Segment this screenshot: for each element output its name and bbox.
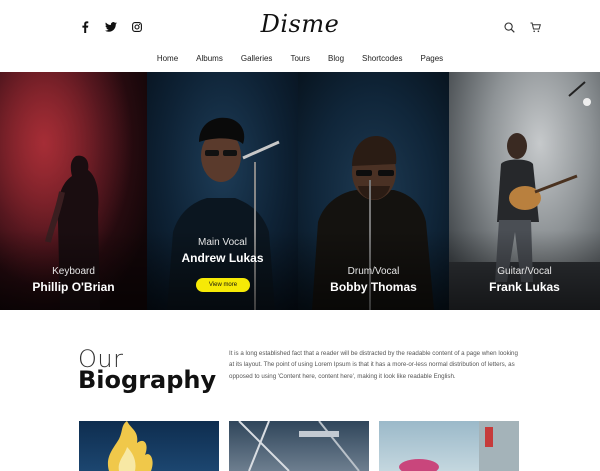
member-role: Guitar/Vocal [497, 266, 552, 277]
member-name: Andrew Lukas [181, 251, 264, 265]
utility-icons [502, 20, 542, 34]
gallery-image-stage[interactable] [229, 421, 369, 471]
crowd-photo [399, 421, 519, 471]
gallery-image-crowd[interactable] [379, 421, 519, 471]
view-more-button[interactable]: View more [196, 278, 250, 292]
site-header: Disme Home Albums Galleries Tours Blog S… [0, 0, 600, 72]
nav-item-albums[interactable]: Albums [187, 53, 232, 65]
member-card-guitar-vocal[interactable]: Guitar/Vocal Frank Lukas [449, 72, 600, 310]
cart-icon[interactable] [528, 20, 542, 34]
member-role: Main Vocal [198, 237, 247, 248]
member-card-main-vocal[interactable]: Main Vocal Andrew Lukas View more [147, 72, 298, 310]
member-role: Keyboard [52, 266, 95, 277]
nav-item-pages[interactable]: Pages [411, 53, 452, 65]
biography-title-bold: Biography [78, 366, 217, 394]
biography-text: It is a long established fact that a rea… [229, 350, 518, 380]
member-name: Phillip O'Brian [32, 280, 115, 294]
nav-item-tours[interactable]: Tours [281, 53, 319, 65]
stage-photo [238, 421, 360, 471]
member-name: Bobby Thomas [330, 280, 417, 294]
band-members: Keyboard Phillip O'Brian Main Vocal Andr… [0, 72, 600, 310]
main-nav: Home Albums Galleries Tours Blog Shortco… [0, 53, 600, 65]
nav-item-shortcodes[interactable]: Shortcodes [353, 53, 411, 65]
fire-photo [107, 421, 153, 471]
nav-item-home[interactable]: Home [148, 53, 187, 65]
member-card-drum-vocal[interactable]: Drum/Vocal Bobby Thomas [298, 72, 449, 310]
nav-item-galleries[interactable]: Galleries [232, 53, 282, 65]
nav-item-blog[interactable]: Blog [319, 53, 353, 65]
member-role: Drum/Vocal [347, 266, 400, 277]
search-icon[interactable] [502, 20, 516, 34]
member-name: Frank Lukas [489, 280, 560, 294]
member-card-keyboard[interactable]: Keyboard Phillip O'Brian [0, 72, 147, 310]
gallery-image-fire[interactable] [79, 421, 219, 471]
